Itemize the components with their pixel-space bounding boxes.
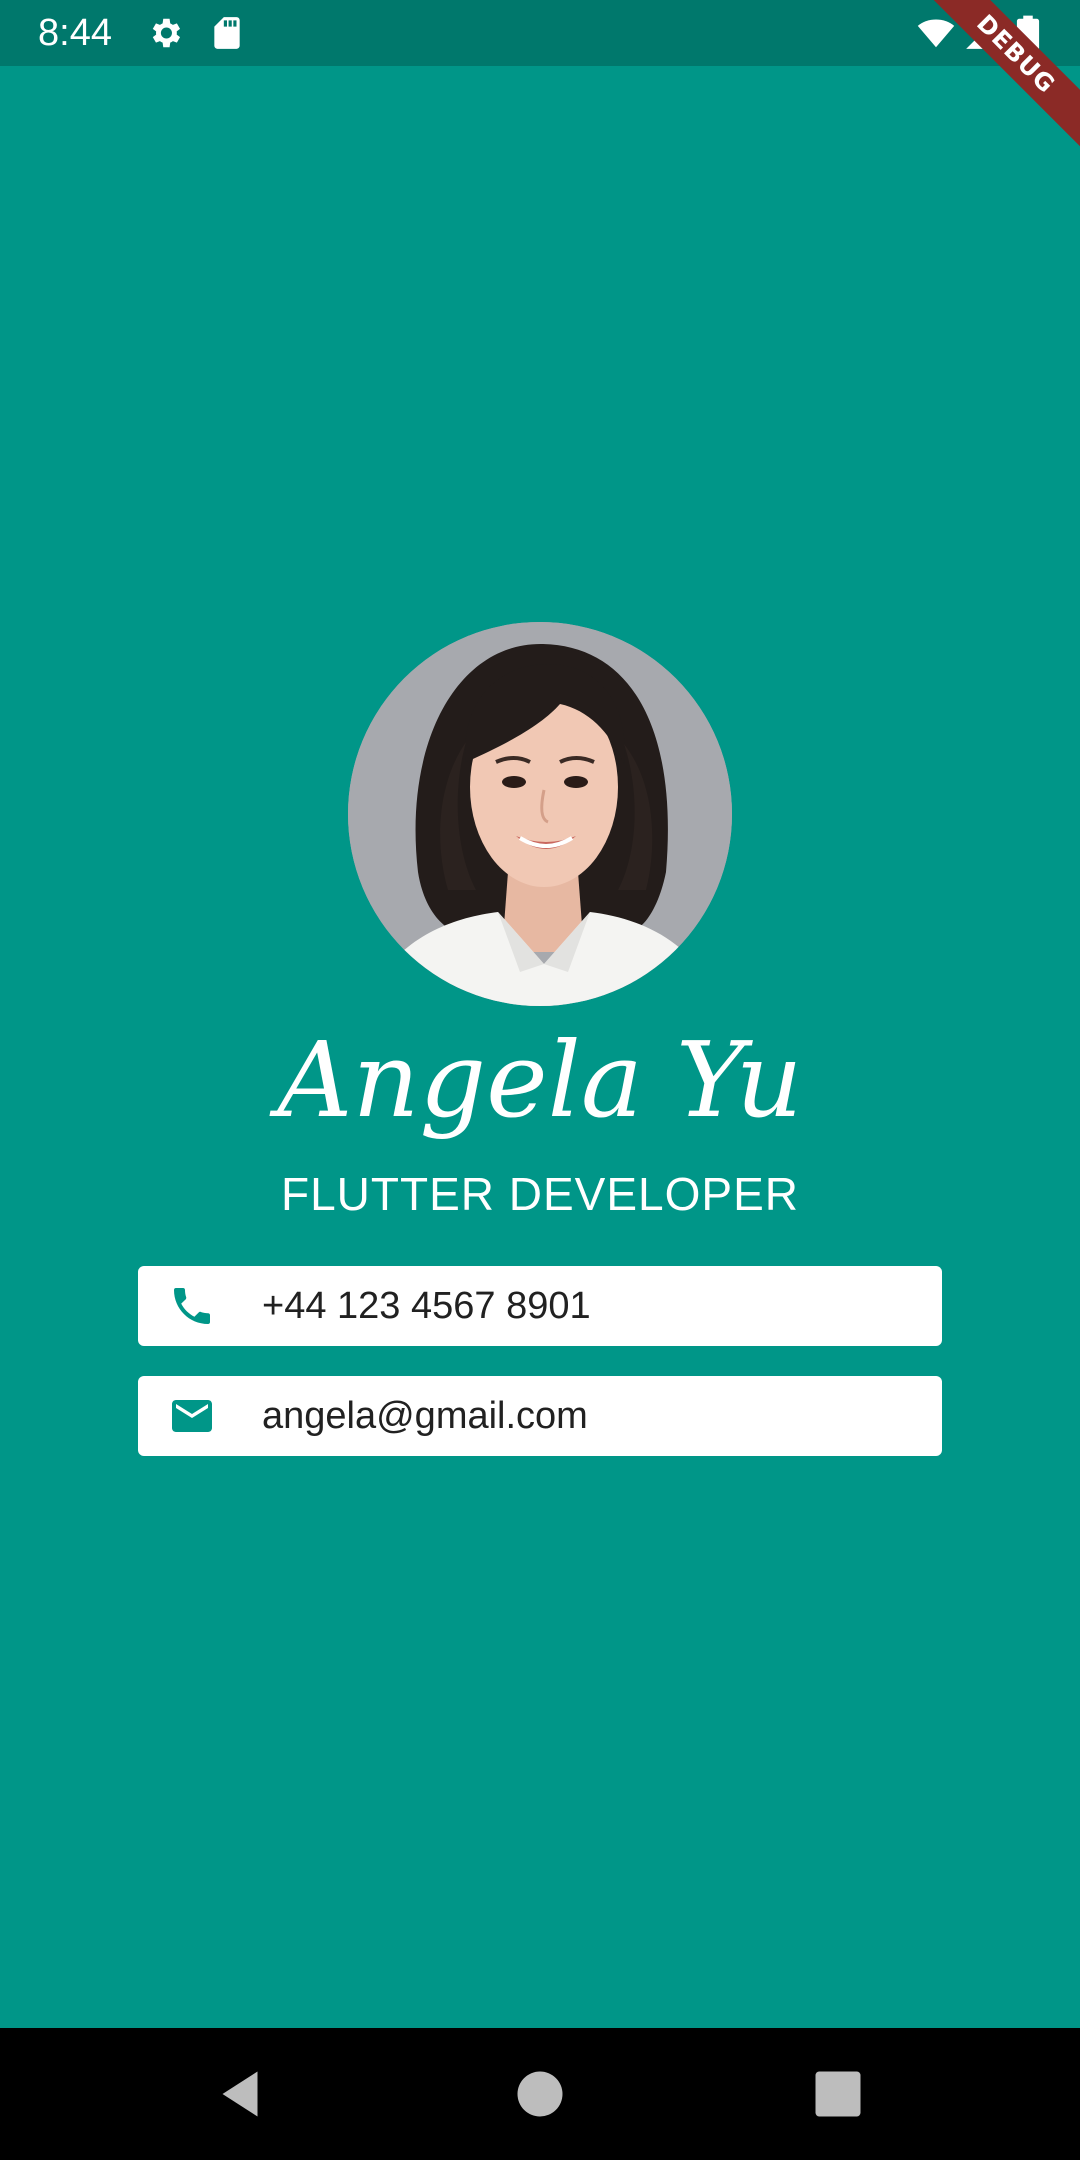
email-card[interactable]: angela@gmail.com <box>138 1376 942 1456</box>
avatar <box>348 622 732 1006</box>
recents-icon[interactable] <box>808 2064 868 2124</box>
home-icon[interactable] <box>510 2064 570 2124</box>
gear-icon <box>152 18 181 48</box>
signal-icon <box>966 17 998 49</box>
phone-number: +44 123 4567 8901 <box>262 1285 591 1327</box>
navigation-bar <box>0 2028 1080 2160</box>
status-time: 8:44 <box>38 12 112 54</box>
battery-icon <box>1016 15 1040 51</box>
status-bar: 8:44 <box>0 0 1080 66</box>
profile-name: Angela Yu <box>277 1019 803 1141</box>
back-icon[interactable] <box>210 2064 270 2124</box>
wifi-icon <box>917 19 955 48</box>
email-address: angela@gmail.com <box>262 1395 588 1437</box>
sd-card-icon <box>214 17 240 49</box>
profile-photo <box>348 622 732 1006</box>
phone-card[interactable]: +44 123 4567 8901 <box>138 1266 942 1346</box>
phone-icon <box>174 1288 210 1324</box>
mail-icon <box>172 1400 212 1432</box>
profile-title: FLUTTER DEVELOPER <box>281 1168 799 1220</box>
